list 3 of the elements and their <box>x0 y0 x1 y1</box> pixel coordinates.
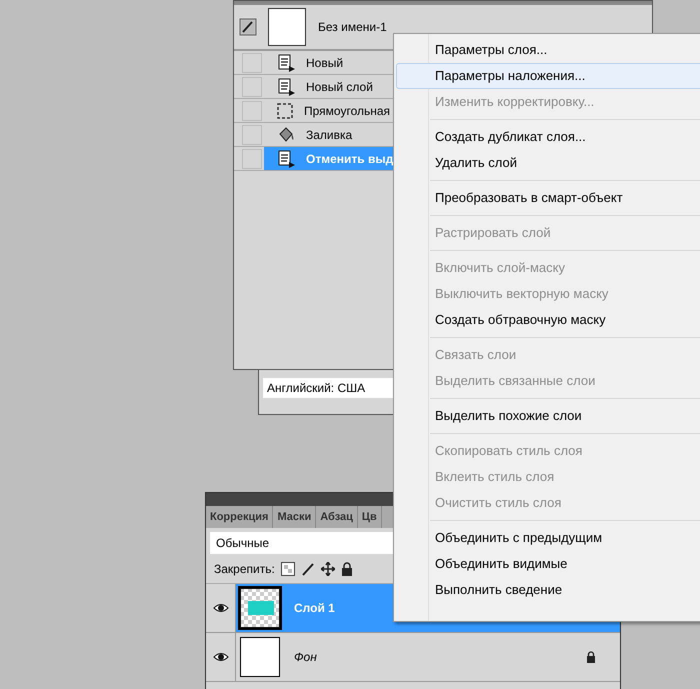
lock-label: Закрепить: <box>214 560 275 578</box>
layer-name: Слой 1 <box>294 600 335 617</box>
layer-name: Фон <box>294 649 317 666</box>
